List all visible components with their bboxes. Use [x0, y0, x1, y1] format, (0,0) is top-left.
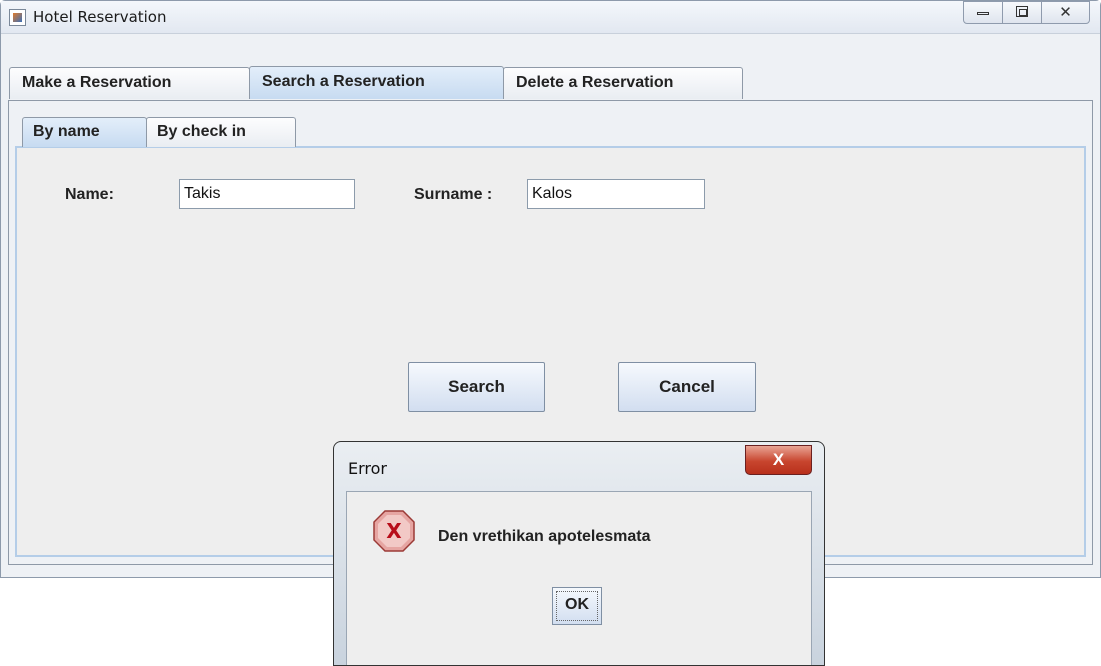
- cancel-button[interactable]: Cancel: [618, 362, 756, 412]
- close-button[interactable]: ✕: [1041, 1, 1090, 24]
- name-input[interactable]: [179, 179, 355, 209]
- title-bar[interactable]: Hotel Reservation ✕: [1, 1, 1100, 34]
- tab-delete-reservation[interactable]: Delete a Reservation: [503, 67, 743, 99]
- ok-button[interactable]: OK: [552, 587, 602, 625]
- surname-label: Surname :: [414, 186, 493, 203]
- tab-search-reservation[interactable]: Search a Reservation: [249, 66, 504, 99]
- search-button[interactable]: Search: [408, 362, 545, 412]
- subtab-by-check-in[interactable]: By check in: [146, 117, 296, 147]
- dialog-title: Error: [348, 459, 387, 478]
- error-dialog: Error X X Den vrethikan apotelesmata OK: [333, 441, 825, 666]
- surname-input[interactable]: [527, 179, 705, 209]
- close-icon: X: [772, 450, 785, 469]
- java-app-icon: [9, 9, 26, 26]
- window-controls: ✕: [963, 1, 1090, 29]
- minimize-icon: [977, 12, 989, 15]
- subtab-by-name[interactable]: By name: [22, 117, 147, 147]
- window-title: Hotel Reservation: [33, 8, 167, 26]
- maximize-button[interactable]: [1002, 1, 1042, 24]
- tab-make-reservation[interactable]: Make a Reservation: [9, 67, 250, 99]
- dialog-body: X Den vrethikan apotelesmata OK: [346, 491, 812, 665]
- svg-text:X: X: [386, 519, 402, 543]
- minimize-button[interactable]: [963, 1, 1003, 24]
- dialog-message: Den vrethikan apotelesmata: [438, 528, 651, 545]
- maximize-icon: [1016, 6, 1028, 17]
- name-label: Name:: [65, 186, 114, 203]
- close-icon: ✕: [1059, 4, 1072, 21]
- error-icon: X: [373, 510, 415, 552]
- dialog-close-button[interactable]: X: [745, 445, 812, 475]
